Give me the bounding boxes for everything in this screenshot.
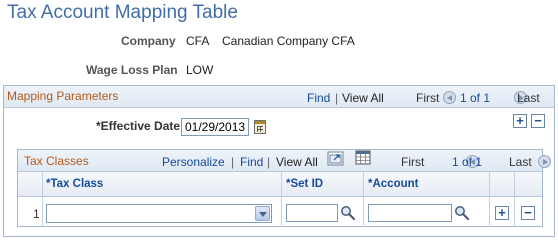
tax-classes-view-all-link[interactable]: View All <box>276 155 318 169</box>
tax-classes-find-link[interactable]: Find <box>240 155 263 169</box>
mapping-last-label: Last <box>517 91 540 105</box>
grid-separator-2: | <box>267 155 271 169</box>
mapping-add-row-button[interactable]: + <box>513 114 527 128</box>
column-header-set-id[interactable]: *Set ID <box>286 178 323 190</box>
effective-date-input[interactable] <box>181 118 249 136</box>
grid-add-row-button[interactable]: + <box>495 206 509 220</box>
column-divider <box>363 172 364 227</box>
wage-loss-plan-label: Wage Loss Plan <box>86 63 178 77</box>
mapping-range-text: 1 of 1 <box>460 91 491 105</box>
account-lookup-icon[interactable] <box>454 205 470 221</box>
tax-class-select[interactable] <box>46 204 272 223</box>
mapping-separator: | <box>335 91 339 105</box>
tax-classes-title: Tax Classes <box>24 154 89 168</box>
company-name: Canadian Company CFA <box>222 34 355 48</box>
mapping-view-all-link[interactable]: View All <box>342 91 384 105</box>
wage-loss-plan-value: LOW <box>186 63 214 77</box>
set-id-lookup-icon[interactable] <box>340 205 356 221</box>
mapping-find-link[interactable]: Find <box>307 91 330 105</box>
mapping-first-label: First <box>416 91 440 105</box>
column-header-account[interactable]: *Account <box>368 178 418 190</box>
column-divider <box>42 172 43 227</box>
grid-download-icon[interactable] <box>355 150 371 166</box>
column-header-tax-class[interactable]: *Tax Class <box>46 178 103 190</box>
column-divider <box>281 172 282 227</box>
company-code: CFA <box>186 34 210 48</box>
chevron-down-icon[interactable] <box>255 206 270 221</box>
personalize-link[interactable]: Personalize <box>162 155 225 169</box>
grid-last-label: Last <box>509 155 532 169</box>
grid-delete-row-button[interactable]: − <box>521 206 535 220</box>
calendar-icon[interactable] <box>254 120 266 134</box>
grid-range-text: 1 of 1 <box>452 155 483 169</box>
grid-separator-1: | <box>231 155 235 169</box>
account-input[interactable] <box>368 204 452 222</box>
column-divider <box>489 172 490 227</box>
grid-first-label: First <box>401 155 425 169</box>
company-label: Company <box>121 34 176 48</box>
zoom-icon[interactable] <box>327 151 345 167</box>
set-id-input[interactable] <box>286 204 338 222</box>
column-divider <box>514 172 515 227</box>
effective-date-label: *Effective Date <box>96 119 181 133</box>
page-title: Tax Account Mapping Table <box>7 2 238 23</box>
row-number: 1 <box>33 207 40 221</box>
mapping-delete-row-button[interactable]: − <box>531 114 545 128</box>
mapping-parameters-title: Mapping Parameters <box>7 89 119 103</box>
